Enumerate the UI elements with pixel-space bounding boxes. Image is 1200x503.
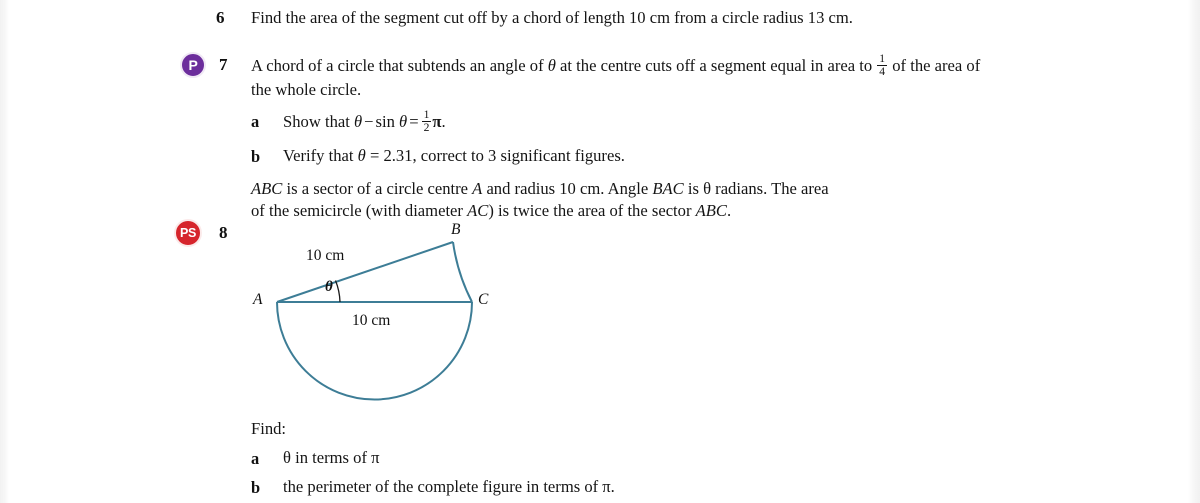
badge-problem-solving-ps: PS bbox=[174, 219, 202, 247]
worksheet-page: 6 Find the area of the segment cut off b… bbox=[0, 0, 1200, 503]
q8-stem-text-3: is θ radians. The area bbox=[683, 179, 829, 198]
q7-fraction-denominator: 4 bbox=[877, 64, 888, 78]
figure-label-b: B bbox=[451, 221, 461, 238]
page-right-edge-shadow bbox=[1188, 0, 1200, 503]
question-8b-text: the perimeter of the complete figure in … bbox=[283, 477, 615, 496]
question-6-text: Find the area of the segment cut off by … bbox=[251, 8, 853, 27]
q7a-theta-2: θ bbox=[399, 111, 408, 131]
q7-theta-symbol: θ bbox=[547, 55, 556, 75]
q7b-text-after: = 2.31, correct to 3 significant figures… bbox=[365, 146, 625, 165]
q7a-fraction-denominator: 2 bbox=[421, 120, 432, 134]
q7a-theta-1: θ bbox=[354, 111, 363, 131]
q7b-theta-symbol: θ bbox=[357, 146, 366, 165]
q8-stem-abc-1: ABC bbox=[251, 179, 283, 198]
figure-label-a: A bbox=[253, 291, 263, 308]
question-8a-label: a bbox=[251, 449, 260, 468]
q7a-sin-function: sin bbox=[375, 111, 395, 131]
question-6-number: 6 bbox=[216, 8, 225, 27]
figure-angle-label-theta: θ bbox=[325, 279, 333, 295]
badge-problem-solving-p: P bbox=[180, 52, 206, 78]
q7b-text-before: Verify that bbox=[283, 146, 358, 165]
sector-arc-bc bbox=[452, 241, 473, 303]
segment-ab-radius bbox=[276, 241, 454, 303]
angle-marker-theta bbox=[334, 280, 341, 303]
q8-stem-text-2: and radius 10 cm. Angle bbox=[482, 179, 653, 198]
question-8-stem-line-1: ABC is a sector of a circle centre A and… bbox=[251, 178, 1011, 201]
figure-diameter-length-label: 10 cm bbox=[352, 312, 391, 329]
q7a-minus-operator: − bbox=[364, 111, 374, 131]
q8-stem-a-point: A bbox=[472, 179, 483, 198]
question-8a-text: θ in terms of π bbox=[283, 448, 380, 467]
figure-radius-length-label: 10 cm bbox=[306, 247, 345, 264]
q8-stem-bac-angle: BAC bbox=[652, 179, 684, 198]
question-7b-label: b bbox=[251, 147, 261, 166]
q7-fraction-one-quarter: 14 bbox=[877, 51, 888, 78]
q7a-fraction-numerator: 1 bbox=[423, 107, 430, 121]
q7a-prefix: Show that bbox=[283, 111, 354, 131]
question-7b-text: Verify that θ = 2.31, correct to 3 signi… bbox=[283, 145, 923, 168]
q8-stem-abc-2: ABC bbox=[695, 201, 727, 220]
question-7a-text: Show that θ − sin θ = 1 2 π. bbox=[283, 107, 923, 135]
q7a-fraction-one-half: 12 bbox=[421, 107, 432, 134]
q7-text-part2: at the centre cuts off a segment equal i… bbox=[555, 55, 877, 75]
q8-stem-text-1: is a sector of a circle centre bbox=[282, 179, 473, 198]
figure-label-c: C bbox=[478, 291, 489, 308]
sector-semicircle-diagram: A B C θ 10 cm 10 cm bbox=[240, 218, 540, 418]
q7-fraction-numerator: 1 bbox=[879, 51, 886, 65]
question-8b-label: b bbox=[251, 478, 261, 497]
q7a-equals-operator: = bbox=[409, 111, 419, 131]
question-7-number: 7 bbox=[219, 55, 228, 74]
question-7-text: A chord of a circle that subtends an ang… bbox=[251, 51, 999, 102]
q7a-suffix: . bbox=[441, 111, 446, 131]
question-8-find-label: Find: bbox=[251, 419, 287, 438]
page-left-edge-shadow bbox=[0, 0, 9, 503]
q7-text-part1: A chord of a circle that subtends an ang… bbox=[251, 55, 548, 75]
question-7a-label: a bbox=[251, 112, 260, 131]
question-8-number: 8 bbox=[219, 223, 228, 242]
q8-stem-text-6: . bbox=[726, 201, 732, 220]
